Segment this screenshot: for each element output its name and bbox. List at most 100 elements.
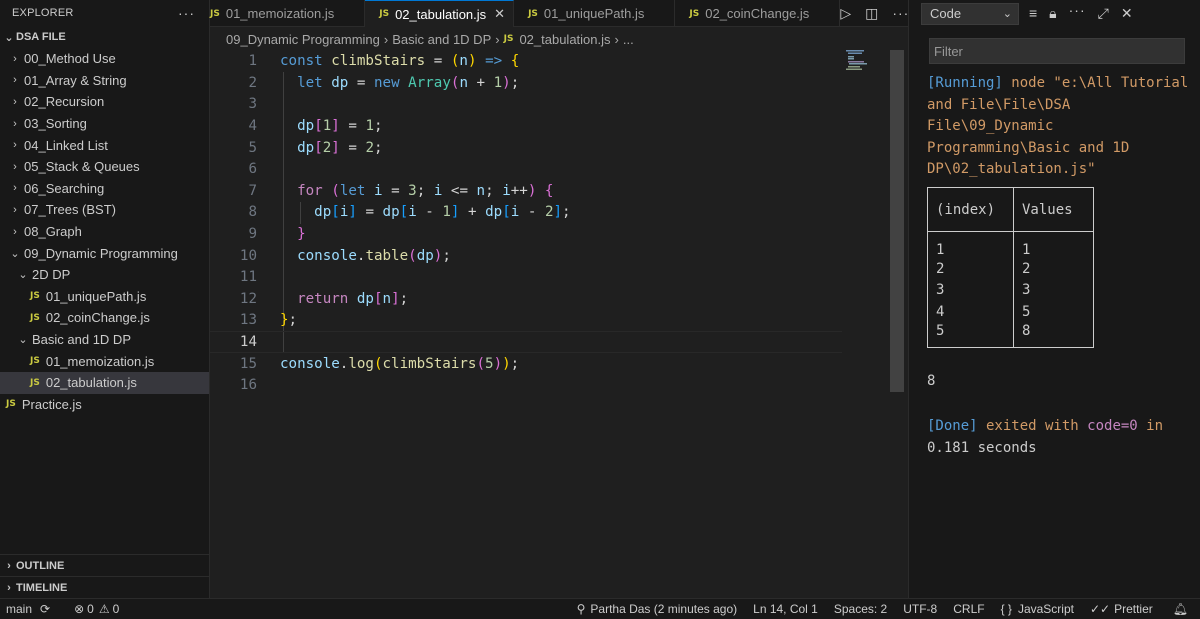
tree-folder[interactable]: ⌄ 09_Dynamic Programming (0, 242, 209, 264)
line-number: 2 (248, 74, 257, 91)
editor-tab[interactable]: JS 01_uniquePath.js (514, 0, 676, 27)
eol-status[interactable]: CRLF (947, 599, 990, 619)
tree-folder[interactable]: ⌄ 2D DP (0, 264, 209, 286)
code-editor[interactable]: 1 const climbStairs = (n) => {2 let dp = … (210, 50, 890, 598)
branch-status[interactable]: main ⟳ (0, 599, 56, 619)
code-line[interactable]: 7 for (let i = 3; i <= n; i++) { (210, 180, 842, 202)
table-cell-value: 1 (1013, 231, 1094, 258)
code-line[interactable]: 4 dp[1] = 1; (210, 115, 842, 137)
tree-folder[interactable]: › 07_Trees (BST) (0, 199, 209, 221)
more-actions-icon[interactable]: ··· (178, 6, 195, 20)
tree-folder[interactable]: › 05_Stack & Queues (0, 156, 209, 178)
editor-tab[interactable]: JS 02_tabulation.js ✕ (365, 0, 515, 27)
chevron-right-icon: › (13, 52, 17, 65)
tree-file[interactable]: JS 01_uniquePath.js (0, 286, 209, 308)
tree-file[interactable]: JS 02_coinChange.js (0, 307, 209, 329)
table-header-index: (index) (927, 187, 1014, 232)
breadcrumb-subfolder[interactable]: Basic and 1D DP (392, 32, 491, 47)
code-line[interactable]: 3 (210, 94, 842, 116)
bell-icon: 🔔︎ (1172, 602, 1188, 616)
table-header-values: Values (1013, 187, 1094, 232)
code-line[interactable]: 16 (210, 375, 842, 397)
braces-icon: { } (1000, 602, 1012, 616)
code-line[interactable]: 8 dp[i] = dp[i - 1] + dp[i - 2]; (210, 202, 842, 224)
tree-folder[interactable]: › 00_Method Use (0, 48, 209, 70)
close-icon[interactable]: ✕ (1121, 5, 1133, 22)
chevron-down-icon: ⌄ (4, 31, 14, 44)
editor-scrollbar[interactable] (890, 50, 904, 392)
encoding-status[interactable]: UTF-8 (897, 599, 943, 619)
explorer-header: EXPLORER ··· (0, 0, 209, 26)
table-cell-value: 2 (1013, 258, 1094, 280)
exit-code: code=0 (1087, 418, 1138, 434)
outline-section[interactable]: › OUTLINE (0, 554, 210, 576)
output-filter-input[interactable]: Filter (929, 38, 1185, 64)
tree-folder[interactable]: › 01_Array & String (0, 70, 209, 92)
more-actions-icon[interactable]: ··· (1069, 3, 1086, 22)
chevron-right-icon: › (13, 160, 17, 173)
tree-folder[interactable]: › 08_Graph (0, 221, 209, 243)
language-status[interactable]: { } JavaScript (995, 599, 1080, 619)
tab-label: 01_memoization.js (225, 6, 335, 21)
code-line[interactable]: 5 dp[2] = 2; (210, 137, 842, 159)
code-text: dp[2] = 2; (297, 139, 383, 156)
explorer-sidebar: EXPLORER ··· ⌄ DSA FILE › 00_Method Use › 0… (0, 0, 210, 598)
run-icon[interactable]: ▷ (840, 5, 851, 22)
root-folder[interactable]: ⌄ DSA FILE (0, 26, 209, 48)
code-line[interactable]: 9 } (210, 223, 842, 245)
tree-file[interactable]: JS 02_tabulation.js (0, 371, 209, 394)
close-icon[interactable]: ✕ (494, 6, 505, 22)
problems-status[interactable]: ⊗ 0 ⚠ 0 (68, 599, 125, 619)
code-line[interactable]: 14 (210, 331, 842, 353)
js-file-icon: JS (30, 312, 40, 323)
editor-tab[interactable]: JS 01_memoization.js (210, 0, 366, 27)
git-blame-author: Partha Das (2 minutes ago) (590, 602, 738, 616)
clear-output-icon[interactable]: ≡ (1029, 5, 1037, 22)
explorer-title: EXPLORER (12, 7, 74, 19)
editor-tab[interactable]: JS 02_coinChange.js (675, 0, 841, 27)
code-line[interactable]: 2 let dp = new Array(n + 1); (210, 72, 842, 94)
split-editor-icon[interactable]: ◫ (865, 5, 878, 22)
code-line[interactable]: 6 (210, 159, 842, 181)
code-text: const climbStairs = (n) => { (280, 53, 520, 70)
lock-icon[interactable]: 🔒︎ (1049, 5, 1056, 22)
tree-folder[interactable]: › 06_Searching (0, 178, 209, 200)
tree-file[interactable]: JS 01_memoization.js (0, 350, 209, 372)
table-cell-index: 2 (927, 258, 1014, 280)
tree-folder[interactable]: › 02_Recursion (0, 91, 209, 113)
code-line[interactable]: 15 console.log(climbStairs(5)); (210, 353, 842, 375)
chevron-down-icon: ⌄ (18, 334, 28, 347)
line-number: 7 (248, 182, 257, 199)
tree-folder[interactable]: › 03_Sorting (0, 113, 209, 135)
git-blame-status[interactable]: ⚲ Partha Das (2 minutes ago) (571, 599, 744, 619)
cursor-position[interactable]: Ln 14, Col 1 (747, 599, 824, 619)
tree-item-label: 01_Array & String (24, 72, 127, 88)
table-cell-index: 4 (927, 301, 1014, 323)
code-line[interactable]: 11 (210, 267, 842, 289)
done-time: 0.181 seconds (927, 439, 1037, 456)
tree-file[interactable]: JS Practice.js (0, 394, 209, 416)
tree-item-label: Practice.js (21, 396, 82, 412)
line-number: 12 (239, 290, 257, 307)
maximize-icon[interactable]: ⤢ (1098, 5, 1109, 22)
output-channel-select[interactable]: Code ⌄ (921, 2, 1019, 25)
minimap[interactable] (846, 50, 876, 70)
formatter-status[interactable]: ✓✓ Prettier (1084, 599, 1159, 619)
error-count: 0 (87, 602, 94, 616)
breadcrumb-folder[interactable]: 09_Dynamic Programming (226, 32, 380, 47)
breadcrumb-file[interactable]: 02_tabulation.js (519, 32, 610, 47)
tree-folder[interactable]: ⌄ Basic and 1D DP (0, 329, 209, 351)
timeline-section[interactable]: › TIMELINE (0, 576, 210, 598)
tree-item-label: 05_Stack & Queues (24, 159, 140, 175)
chevron-right-icon: › (13, 182, 17, 195)
notifications-status[interactable]: 🔔︎ (1167, 599, 1194, 619)
tree-folder[interactable]: › 04_Linked List (0, 134, 209, 156)
table-cell-value: 3 (1013, 279, 1094, 302)
indentation-status[interactable]: Spaces: 2 (828, 599, 893, 619)
code-line[interactable]: 10 console.table(dp); (210, 245, 842, 267)
code-line[interactable]: 1 const climbStairs = (n) => { (210, 51, 842, 73)
breadcrumb-more[interactable]: ... (623, 32, 634, 47)
code-line[interactable]: 13}; (210, 310, 842, 332)
more-actions-icon[interactable]: ··· (892, 6, 909, 20)
code-line[interactable]: 12 return dp[n]; (210, 288, 842, 310)
